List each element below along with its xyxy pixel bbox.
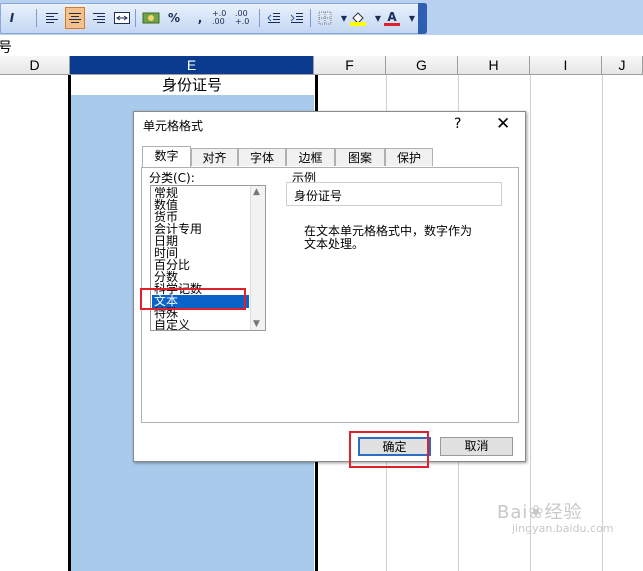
watermark-url: jingyan.baidu.com [512,522,614,535]
scroll-down-icon[interactable]: ▼ [253,319,260,329]
scroll-up-icon[interactable]: ▲ [253,187,260,197]
tab-protection[interactable]: 保护 [385,148,433,166]
column-header-e[interactable]: E [70,56,314,75]
formula-bar-text: 号 [0,40,12,56]
column-header-g[interactable]: G [386,56,458,75]
toolbar-separator [135,9,136,27]
format-cells-dialog: 单元格格式 ? ✕ 数字 对齐 字体 边框 图案 保护 分类(C): 常规 数值… [133,111,526,462]
tab-alignment[interactable]: 对齐 [191,148,238,166]
dialog-title: 单元格格式 [143,119,204,133]
close-icon[interactable]: ✕ [496,114,510,134]
toolbar-separator [310,9,311,27]
formatting-toolbar: I % , +.0 .00 .00 +.0 ▼ ▼ A ▼ [0,0,643,36]
increase-indent-icon[interactable] [287,7,307,29]
decrease-indent-icon[interactable] [264,7,284,29]
tab-number[interactable]: 数字 [142,146,191,167]
watermark-logo: Bai❀经验 [497,502,583,523]
increase-decimal-button[interactable]: +.0 .00 [212,7,234,29]
sample-box: 身份证号 [286,182,502,206]
formula-bar[interactable]: 号 [0,35,643,57]
help-button[interactable]: ? [454,116,461,132]
font-color-swatch [384,22,400,26]
grid-line [530,75,531,571]
percent-style-button[interactable]: % [164,7,184,29]
toolbar-separator [259,9,260,27]
fill-color-icon[interactable] [348,7,368,29]
column-header-h[interactable]: H [458,56,530,75]
category-label: 分类(C): [149,171,195,185]
merge-center-icon[interactable] [112,7,132,29]
category-scrollbar[interactable]: ▲ ▼ [250,186,265,330]
align-left-icon[interactable] [42,7,62,29]
font-color-button[interactable]: A [382,7,402,29]
list-item[interactable]: 自定义 [152,319,249,331]
column-header-i[interactable]: I [530,56,602,75]
borders-icon[interactable] [315,7,335,29]
column-header-f[interactable]: F [314,56,386,75]
font-color-letter: A [387,9,397,24]
column-header-j[interactable]: J [602,56,643,75]
sample-value: 身份证号 [294,189,343,203]
decrease-decimal-button[interactable]: .00 +.0 [235,7,257,29]
column-header-d[interactable]: D [0,56,70,75]
toolbar-separator [36,9,37,27]
highlight-text-category [140,288,246,310]
cancel-button[interactable]: 取消 [440,437,513,456]
tab-border[interactable]: 边框 [286,148,335,166]
highlight-ok-button [349,431,429,468]
tab-font[interactable]: 字体 [238,148,286,166]
comma-style-button[interactable]: , [190,7,210,29]
align-right-icon[interactable] [89,7,109,29]
description-line: 文本处理。 [304,237,365,251]
italic-button[interactable]: I [2,7,22,29]
format-description: 在文本单元格格式中，数字作为 文本处理。 [304,225,504,251]
currency-icon[interactable] [141,7,161,29]
tab-patterns[interactable]: 图案 [335,148,385,166]
toolbar-options-icon[interactable] [418,3,427,34]
align-center-icon[interactable] [65,7,85,29]
grid-line [602,75,603,571]
